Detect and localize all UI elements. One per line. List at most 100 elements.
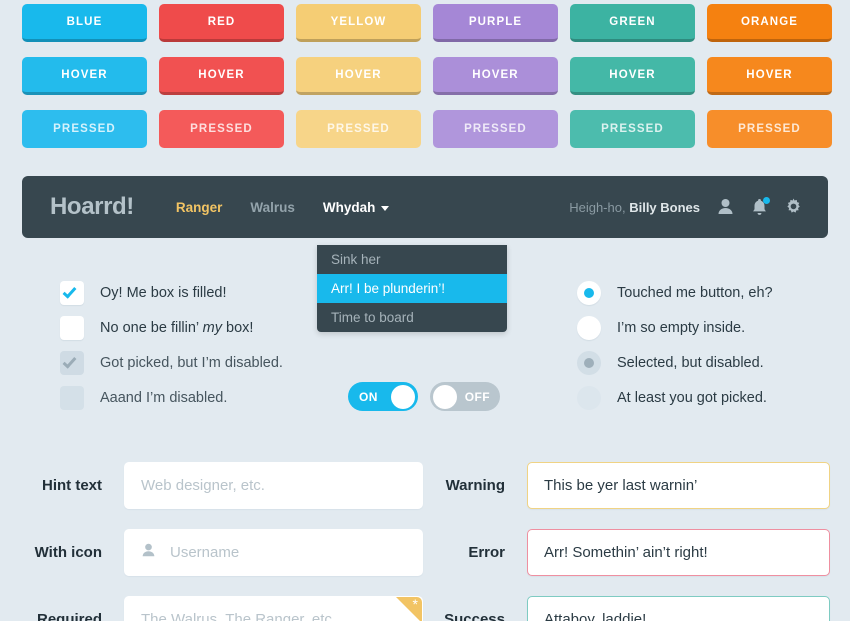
nav-link-whydah[interactable]: Whydah — [323, 200, 390, 215]
radio-label: At least you got picked. — [617, 389, 767, 406]
button-blue-pressed[interactable]: PRESSED — [22, 110, 147, 148]
checkbox-label: Got picked, but I’m disabled. — [100, 354, 283, 371]
dropdown-item[interactable]: Sink her — [317, 245, 507, 274]
greeting-prefix: Heigh-ho, — [569, 199, 626, 215]
button-green-pressed[interactable]: PRESSED — [570, 110, 695, 148]
checkbox-input[interactable] — [60, 280, 84, 305]
checkbox-row: Got picked, but I’m disabled. — [60, 345, 283, 380]
input-value: Attaboy, laddie! — [544, 611, 647, 621]
button-red-pressed[interactable]: PRESSED — [159, 110, 284, 148]
text-input-icon[interactable]: Username — [124, 529, 423, 576]
input-placeholder: The Walrus, The Ranger, etc. — [141, 611, 337, 621]
input-value: This be yer last warnin’ — [544, 477, 698, 494]
button-orange-hover[interactable]: HOVER — [707, 57, 832, 95]
nav-link-whydah-label: Whydah — [322, 199, 376, 215]
button-yellow-pressed[interactable]: PRESSED — [296, 110, 421, 148]
form-cell: With icon Username — [0, 529, 425, 576]
required-corner — [396, 597, 422, 621]
field-label: With icon — [34, 544, 102, 561]
button-red-hover[interactable]: HOVER — [159, 57, 284, 95]
radio-input[interactable] — [577, 280, 601, 305]
chevron-down-icon — [381, 205, 390, 211]
button-green-hover[interactable]: HOVER — [570, 57, 695, 95]
gear-icon[interactable] — [785, 198, 802, 216]
radio-row: Selected, but disabled. — [577, 345, 773, 380]
bell-icon[interactable] — [751, 197, 770, 216]
toggle-switch-on[interactable]: ON — [348, 382, 418, 411]
checkbox-label: Aaand I’m disabled. — [100, 389, 228, 406]
button-orange-default[interactable]: ORANGE — [707, 4, 832, 42]
button-yellow-hover[interactable]: HOVER — [296, 57, 421, 95]
greeting: Heigh-ho, Billy Bones — [569, 200, 700, 215]
field-label: Error — [468, 544, 505, 561]
button-purple-pressed[interactable]: PRESSED — [433, 110, 558, 148]
form-cell: Success Attaboy, laddie! — [425, 596, 850, 621]
checkbox-group: Oy! Me box is filled! No one be fillin’ m… — [60, 275, 283, 415]
button-blue-default[interactable]: BLUE — [22, 4, 147, 42]
field-label: Hint text — [42, 477, 102, 494]
nav-link-walrus[interactable]: Walrus — [250, 200, 295, 215]
button-red-default[interactable]: RED — [159, 4, 284, 42]
nav-link-ranger[interactable]: Ranger — [176, 200, 223, 215]
user-icon[interactable] — [717, 198, 734, 216]
text-input-default[interactable]: Web designer, etc. — [124, 462, 423, 509]
radio-dot — [584, 287, 594, 298]
form-cell: Warning This be yer last warnin’ — [425, 462, 850, 509]
text-input-required[interactable]: The Walrus, The Ranger, etc. * — [124, 596, 423, 621]
form-cell: Required The Walrus, The Ranger, etc. * — [0, 596, 425, 621]
input-placeholder: Username — [170, 544, 240, 561]
radio-label: Selected, but disabled. — [617, 354, 764, 371]
brand-logo[interactable]: Hoarrd! — [50, 193, 134, 221]
button-green-default[interactable]: GREEN — [570, 4, 695, 42]
checkmark-icon — [62, 283, 77, 299]
checkbox-row: Oy! Me box is filled! — [60, 275, 283, 310]
text-input-success[interactable]: Attaboy, laddie! — [527, 596, 830, 621]
form-cell: Hint text Web designer, etc. — [0, 462, 425, 509]
input-placeholder: Web designer, etc. — [141, 477, 265, 494]
user-icon — [141, 543, 156, 562]
bell-badge — [763, 197, 770, 204]
checkbox-input[interactable] — [60, 315, 84, 340]
button-purple-hover[interactable]: HOVER — [433, 57, 558, 95]
checkbox-input — [60, 350, 84, 375]
radio-row: At least you got picked. — [577, 380, 773, 415]
text-input-error[interactable]: Arr! Somethin’ ain’t right! — [527, 529, 830, 576]
ui-kit-stage: BLUE RED YELLOW PURPLE GREEN ORANGE HOVER HOVER… — [0, 0, 850, 621]
checkbox-label: No one be fillin’ my box! — [100, 319, 254, 336]
button-orange-pressed[interactable]: PRESSED — [707, 110, 832, 148]
checkbox-row: Aaand I’m disabled. — [60, 380, 283, 415]
form-row: With icon Username Error Arr! Somethin’ ain… — [0, 519, 850, 586]
radio-input — [577, 385, 601, 410]
checkbox-row: No one be fillin’ my box! — [60, 310, 283, 345]
checkbox-input — [60, 385, 84, 410]
button-purple-default[interactable]: PURPLE — [433, 4, 558, 42]
dropdown-menu: Sink her Arr! I be plunderin’! Time to boa… — [317, 245, 507, 332]
toggle-label: OFF — [464, 389, 490, 404]
toggle-knob — [433, 384, 457, 409]
radio-input[interactable] — [577, 315, 601, 340]
navbar: Hoarrd! Ranger Walrus Whydah Heigh-ho, B… — [22, 176, 828, 238]
toggle-label: ON — [359, 389, 378, 404]
text-input-warning[interactable]: This be yer last warnin’ — [527, 462, 830, 509]
input-value: Arr! Somethin’ ain’t right! — [544, 544, 708, 561]
form-cell: Error Arr! Somethin’ ain’t right! — [425, 529, 850, 576]
radio-label: Touched me button, eh? — [617, 284, 773, 301]
radio-row: I’m so empty inside. — [577, 310, 773, 345]
radio-row: Touched me button, eh? — [577, 275, 773, 310]
field-label: Warning — [445, 477, 505, 494]
checkmark-icon — [62, 353, 77, 369]
form-section: Hint text Web designer, etc. Warning This b… — [0, 452, 850, 621]
radio-group: Touched me button, eh? I’m so empty insid… — [577, 275, 773, 415]
form-row: Required The Walrus, The Ranger, etc. * Suc… — [0, 586, 850, 621]
toggle-group: ON OFF — [348, 382, 500, 411]
radio-input — [577, 350, 601, 375]
navbar-right: Heigh-ho, Billy Bones — [569, 197, 802, 216]
dropdown-item[interactable]: Time to board — [317, 303, 507, 332]
toggle-knob — [391, 384, 415, 409]
nav-links: Ranger Walrus Whydah — [176, 200, 390, 215]
toggle-switch-off[interactable]: OFF — [430, 382, 500, 411]
button-blue-hover[interactable]: HOVER — [22, 57, 147, 95]
button-yellow-default[interactable]: YELLOW — [296, 4, 421, 42]
field-label: Success — [444, 611, 505, 621]
dropdown-item[interactable]: Arr! I be plunderin’! — [317, 274, 507, 303]
